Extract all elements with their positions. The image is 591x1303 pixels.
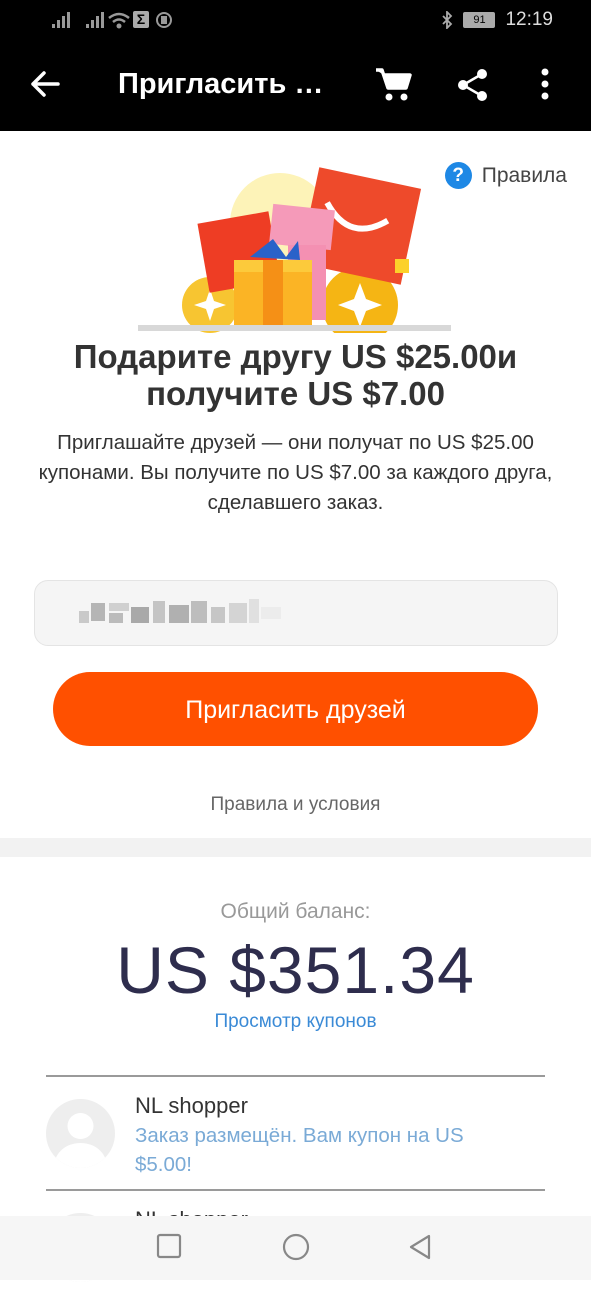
triangle-back-nav-icon[interactable] xyxy=(407,1233,433,1261)
list-item[interactable]: NL shopper Заказ размещён. Вам купон на … xyxy=(46,1075,545,1189)
cart-icon[interactable] xyxy=(374,66,412,102)
headline-line-1: Подарите другу US $25.00и xyxy=(73,338,518,375)
section-divider xyxy=(0,838,591,857)
app-bar: Пригласить д... xyxy=(0,40,591,131)
status-bar: Σ 91 12:19 xyxy=(0,0,591,40)
battery-icon: 91 xyxy=(463,12,496,28)
system-nav-bar xyxy=(0,1216,591,1280)
referral-link-field[interactable] xyxy=(34,580,558,646)
headline: Подарите другу US $25.00и получите US $7… xyxy=(20,338,571,412)
more-vert-icon[interactable] xyxy=(540,68,550,100)
clock: 12:19 xyxy=(505,9,553,30)
nfc-icon xyxy=(156,12,172,28)
cell-signal-icon xyxy=(52,12,70,28)
status-right: 91 12:19 xyxy=(441,9,553,31)
sigma-app-icon: Σ xyxy=(133,11,149,28)
rules-label: Правила xyxy=(481,163,567,187)
circle-nav-icon[interactable] xyxy=(282,1233,310,1261)
gift-illustration xyxy=(138,167,451,333)
description: Приглашайте друзей — они получат по US $… xyxy=(38,431,553,514)
avatar xyxy=(46,1099,115,1168)
back-arrow-icon[interactable] xyxy=(30,70,60,98)
square-nav-icon[interactable] xyxy=(156,1233,182,1259)
balance-value: US $351.34 xyxy=(116,933,475,1007)
terms-link[interactable]: Правила и условия xyxy=(0,794,591,816)
share-icon[interactable] xyxy=(457,68,489,102)
view-coupons-link[interactable]: Просмотр купонов xyxy=(0,1011,591,1033)
redacted-link xyxy=(79,599,281,623)
balance-label: Общий баланс: xyxy=(220,900,371,923)
referral-name: NL shopper xyxy=(135,1093,248,1118)
headline-line-2: получите US $7.00 xyxy=(146,375,445,412)
invite-friends-button[interactable]: Пригласить друзей xyxy=(53,672,538,746)
referral-message: Заказ размещён. Вам купон на US $5.00! xyxy=(135,1124,464,1176)
rules-link[interactable]: ? Правила xyxy=(444,162,567,189)
bluetooth-icon xyxy=(442,11,453,29)
cell-signal-2-icon xyxy=(86,12,104,28)
page-title: Пригласить д... xyxy=(118,68,330,100)
wifi-icon xyxy=(108,12,130,29)
